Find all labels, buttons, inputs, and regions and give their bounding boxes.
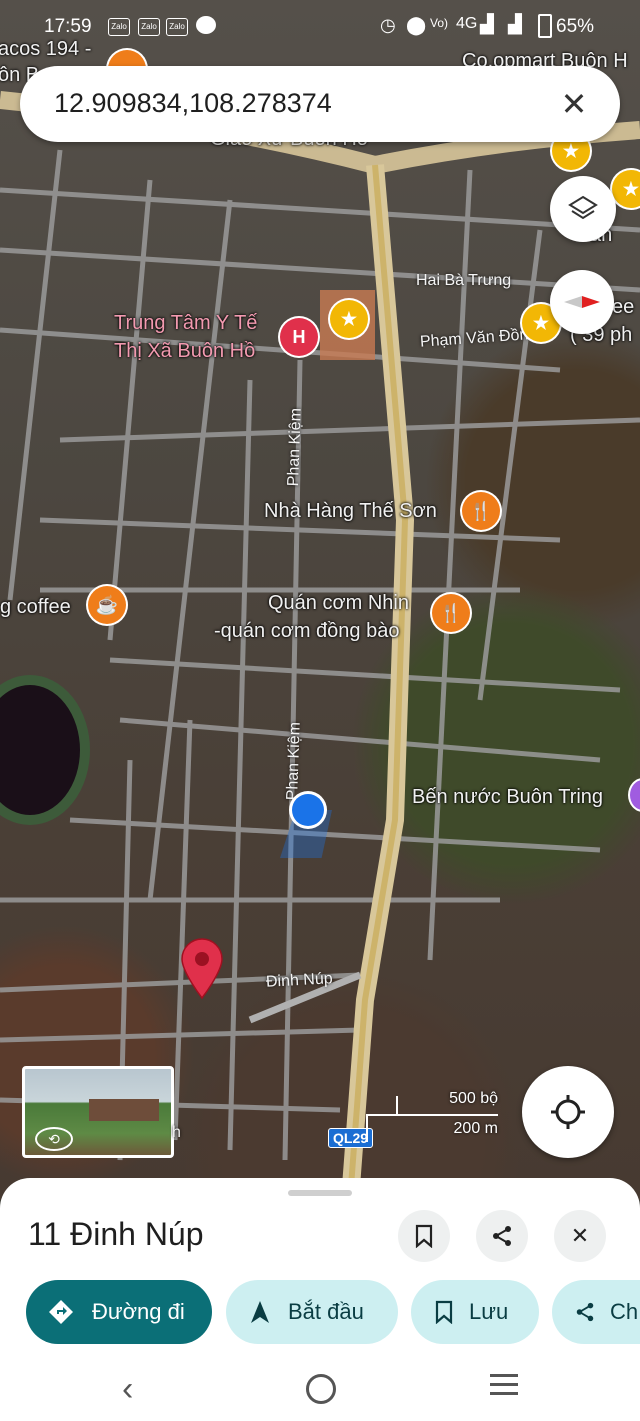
signal-icon: ▟ [508,14,522,34]
close-icon[interactable]: ✕ [554,84,594,124]
drag-handle[interactable] [288,1190,352,1196]
zalo-notification-icon: Zalo [108,18,130,36]
poi-label[interactable]: ee [612,296,634,319]
chat-bubble-icon [196,16,216,34]
share-icon [576,1302,594,1322]
poi-label[interactable]: Bến nước Buôn Tring [412,786,603,809]
back-icon[interactable]: ‹ [122,1370,133,1409]
layers-icon [568,195,598,220]
save-place-button[interactable] [398,1210,450,1262]
save-button[interactable]: Lưu [411,1280,539,1344]
location-status-icon: ⬤ [406,15,427,35]
poi-label[interactable]: g coffee [0,596,71,619]
scale-bar: 500 bộ 200 m [366,1090,498,1144]
hospital-icon[interactable]: H [280,318,318,356]
satellite-map[interactable]: acos 194 - ôn B Co.opmart Buôn H Giáo Xứ… [0,0,640,1200]
close-sheet-button[interactable]: ✕ [554,1210,606,1262]
hospital-label[interactable]: Thị Xã Buôn Hồ [114,340,255,363]
signal-icon: ▟ [480,14,494,34]
volte-icon: Vo) [430,16,449,30]
directions-label: Đường đi [92,1299,185,1324]
road-label: Phan Kiệm [285,407,305,487]
scale-imperial: 500 bộ [449,1090,498,1107]
compass-button[interactable] [550,270,614,334]
crosshair-icon [551,1095,585,1129]
street-view-thumbnail[interactable]: ⟲ [22,1066,174,1158]
search-bar[interactable]: 12.909834,108.278374 ✕ [20,66,620,142]
coffee-icon[interactable]: ☕ [88,586,126,624]
battery-percent: 65% [556,16,595,37]
hospital-label[interactable]: Trung Tâm Y Tế [114,312,257,335]
battery-icon [538,14,552,38]
clock: 17:59 [44,16,92,37]
layers-button[interactable] [550,176,616,242]
zalo-notification-icon: Zalo [138,18,160,36]
system-nav-bar: ‹ [0,1360,640,1421]
alarm-icon: ◷ [380,15,396,35]
poi-label[interactable]: -quán cơm đồng bào [214,620,399,643]
bookmark-icon [415,1224,433,1248]
directions-button[interactable]: Đường đi [26,1280,212,1344]
share-button[interactable] [476,1210,528,1262]
search-query[interactable]: 12.909834,108.278374 [54,88,332,119]
bookmark-icon [435,1300,453,1324]
network-type: 4G [456,15,478,32]
share-chip-button[interactable]: Ch [552,1280,640,1344]
road-label: Hai Bà Trưng [416,272,512,289]
rotate-360-icon: ⟲ [35,1127,73,1151]
restaurant-icon[interactable]: 🍴 [462,492,500,530]
start-label: Bắt đầu [288,1299,364,1324]
location-pin-icon[interactable] [180,938,224,1000]
start-navigation-button[interactable]: Bắt đầu [226,1280,398,1344]
road-label: Đinh Núp [265,970,334,991]
my-location-button[interactable] [522,1066,614,1158]
road-label: h [172,1124,181,1141]
poi-label[interactable]: Quán cơm Nhin [268,592,409,615]
directions-icon [49,1300,73,1324]
scale-metric: 200 m [453,1120,498,1137]
place-bottom-sheet[interactable]: 11 Đinh Núp ✕ Đường đi Bắt đầu Lưu Ch ‹ [0,1178,640,1421]
save-label: Lưu [469,1299,509,1324]
recents-icon[interactable] [490,1374,518,1395]
current-location-dot [292,794,324,826]
star-icon[interactable]: ★ [330,300,368,338]
building-shape [89,1099,159,1121]
navigation-arrow-icon [251,1301,269,1323]
place-title: 11 Đinh Núp [28,1216,204,1252]
home-icon[interactable] [306,1374,336,1404]
poi-label[interactable]: Nhà Hàng Thế Sơn [264,500,437,523]
status-bar: 17:59 Zalo Zalo Zalo ◷ ⬤ Vo) 4G ▟ ▟ 65% [0,0,640,52]
zalo-notification-icon: Zalo [166,18,188,36]
road-label: Phan Kiệm [284,721,304,801]
compass-icon [564,296,600,308]
close-icon: ✕ [570,1223,590,1248]
share-icon [493,1226,511,1246]
share-label: Ch [610,1299,639,1324]
restaurant-icon[interactable]: 🍴 [432,594,470,632]
